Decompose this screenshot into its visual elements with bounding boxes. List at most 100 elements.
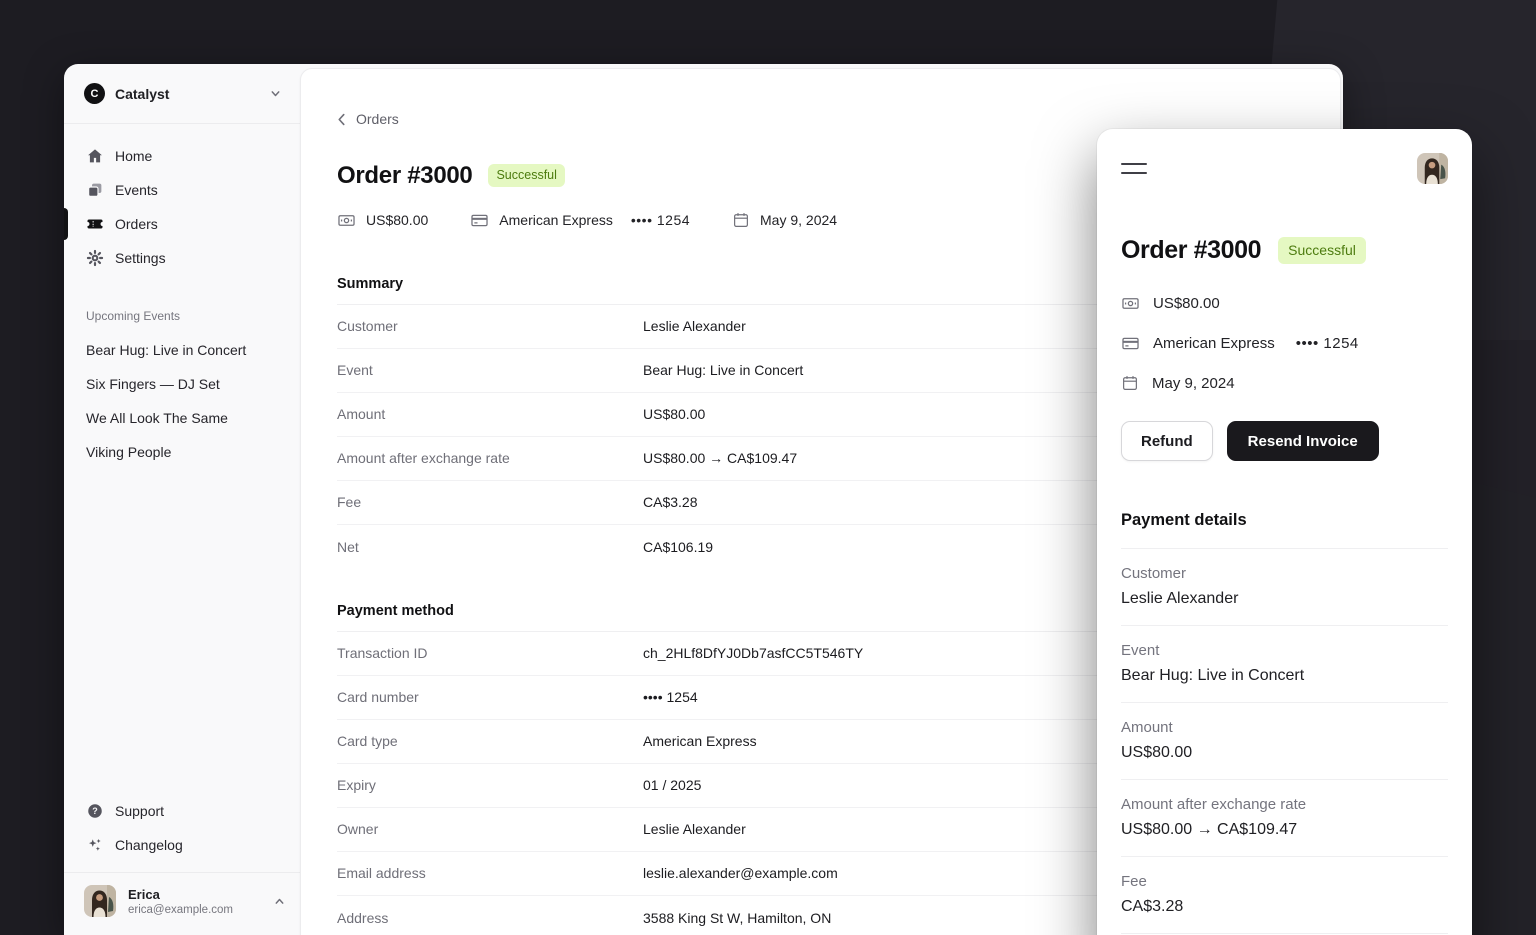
sidebar-item-label: Settings: [115, 250, 166, 266]
user-name: Erica: [128, 887, 261, 902]
sidebar-footer-nav: ? Support Changelog: [64, 794, 300, 872]
row-value: •••• 1254: [643, 689, 698, 705]
detail-label: Fee: [1121, 873, 1448, 890]
order-amount: US$80.00: [1121, 283, 1448, 323]
avatar[interactable]: [1417, 153, 1448, 184]
detail-label: Event: [1121, 642, 1448, 659]
row-value: US$80.00: [643, 406, 705, 422]
row-label: Fee: [337, 494, 643, 510]
row-value: leslie.alexander@example.com: [643, 865, 838, 881]
question-mark-icon: ?: [86, 802, 104, 820]
ticket-icon: [86, 215, 104, 233]
refund-button[interactable]: Refund: [1121, 421, 1213, 461]
menu-icon[interactable]: [1121, 159, 1147, 178]
calendar-icon: [732, 211, 750, 229]
resend-invoice-button[interactable]: Resend Invoice: [1227, 421, 1379, 461]
amount-text: US$80.00: [1153, 295, 1220, 312]
credit-card-icon: [470, 211, 489, 230]
row-value: Leslie Alexander: [643, 318, 746, 334]
sidebar-item-label: Support: [115, 803, 164, 819]
order-card: American Express •••• 1254: [1121, 323, 1448, 363]
event-name: We All Look The Same: [86, 410, 228, 426]
row-label: Amount: [337, 406, 643, 422]
list-item: Amount US$80.00: [1121, 703, 1448, 780]
sidebar-item-event[interactable]: Bear Hug: Live in Concert: [76, 333, 288, 367]
banknotes-icon: [1121, 294, 1140, 313]
sidebar-item-events[interactable]: Events: [76, 173, 288, 207]
user-info: Erica erica@example.com: [128, 887, 261, 916]
detail-label: Customer: [1121, 565, 1448, 582]
sidebar: C Catalyst Home Events: [64, 64, 300, 935]
row-label: Amount after exchange rate: [337, 450, 643, 466]
avatar: [84, 885, 116, 917]
sidebar-item-label: Changelog: [115, 837, 183, 853]
row-label: Net: [337, 539, 643, 555]
row-label: Owner: [337, 821, 643, 837]
order-meta: US$80.00 American Express •••• 1254 May …: [1121, 283, 1448, 403]
status-badge: Successful: [488, 164, 564, 186]
sidebar-item-support[interactable]: ? Support: [76, 794, 288, 828]
breadcrumb-label: Orders: [356, 111, 399, 127]
svg-text:?: ?: [92, 806, 98, 816]
status-badge: Successful: [1278, 237, 1366, 263]
row-label: Transaction ID: [337, 645, 643, 661]
order-amount: US$80.00: [337, 211, 428, 230]
detail-label: Amount after exchange rate: [1121, 796, 1448, 813]
list-item: Fee CA$3.28: [1121, 857, 1448, 934]
row-label: Customer: [337, 318, 643, 334]
sidebar-nav: Home Events Orders: [64, 124, 300, 794]
gear-icon: [86, 249, 104, 267]
date-text: May 9, 2024: [1152, 375, 1235, 392]
row-label: Card type: [337, 733, 643, 749]
order-date: May 9, 2024: [1121, 363, 1448, 403]
sidebar-item-settings[interactable]: Settings: [76, 241, 288, 275]
sidebar-item-orders[interactable]: Orders: [76, 207, 288, 241]
event-name: Viking People: [86, 444, 171, 460]
calendar-icon: [1121, 374, 1139, 392]
row-value: 01 / 2025: [643, 777, 701, 793]
user-menu[interactable]: Erica erica@example.com: [64, 872, 300, 935]
user-email: erica@example.com: [128, 904, 261, 916]
row-label: Expiry: [337, 777, 643, 793]
sparkles-icon: [86, 836, 104, 854]
sidebar-item-label: Events: [115, 182, 158, 198]
card-last4-text: •••• 1254: [631, 212, 690, 228]
breadcrumb[interactable]: Orders: [337, 111, 399, 127]
sidebar-item-home[interactable]: Home: [76, 139, 288, 173]
order-date: May 9, 2024: [732, 211, 837, 229]
banknotes-icon: [337, 211, 356, 230]
detail-label: Amount: [1121, 719, 1448, 736]
row-label: Address: [337, 910, 643, 926]
sidebar-item-label: Home: [115, 148, 152, 164]
list-item: Amount after exchange rate US$80.00 → CA…: [1121, 780, 1448, 857]
event-name: Bear Hug: Live in Concert: [86, 342, 246, 358]
sidebar-item-label: Orders: [115, 216, 158, 232]
detail-value: Leslie Alexander: [1121, 590, 1448, 608]
card-brand-text: American Express: [499, 212, 613, 228]
row-value: CA$106.19: [643, 539, 713, 555]
card-brand-text: American Express: [1153, 335, 1275, 352]
sidebar-item-changelog[interactable]: Changelog: [76, 828, 288, 862]
row-label: Email address: [337, 865, 643, 881]
sidebar-item-event[interactable]: We All Look The Same: [76, 401, 288, 435]
square-stack-icon: [86, 181, 104, 199]
upcoming-events-label: Upcoming Events: [86, 309, 278, 323]
credit-card-icon: [1121, 334, 1140, 353]
detail-value: US$80.00 → CA$109.47: [1121, 821, 1448, 839]
amount-text: US$80.00: [366, 212, 428, 228]
team-name: Catalyst: [115, 86, 259, 102]
sidebar-item-event[interactable]: Six Fingers — DJ Set: [76, 367, 288, 401]
row-value: Leslie Alexander: [643, 821, 746, 837]
row-value: 3588 King St W, Hamilton, ON: [643, 910, 831, 926]
row-value: ch_2HLf8DfYJ0Db7asfCC5T546TY: [643, 645, 863, 661]
page-title: Order #3000: [1121, 236, 1261, 265]
list-item: Customer Leslie Alexander: [1121, 549, 1448, 626]
team-switcher[interactable]: C Catalyst: [64, 64, 300, 124]
event-name: Six Fingers — DJ Set: [86, 376, 220, 392]
list-item: Event Bear Hug: Live in Concert: [1121, 626, 1448, 703]
sidebar-item-event[interactable]: Viking People: [76, 435, 288, 469]
payment-details-list: Customer Leslie Alexander Event Bear Hug…: [1121, 549, 1448, 934]
row-value: American Express: [643, 733, 757, 749]
payment-details-heading: Payment details: [1121, 511, 1448, 549]
card-last4-text: •••• 1254: [1296, 335, 1359, 352]
